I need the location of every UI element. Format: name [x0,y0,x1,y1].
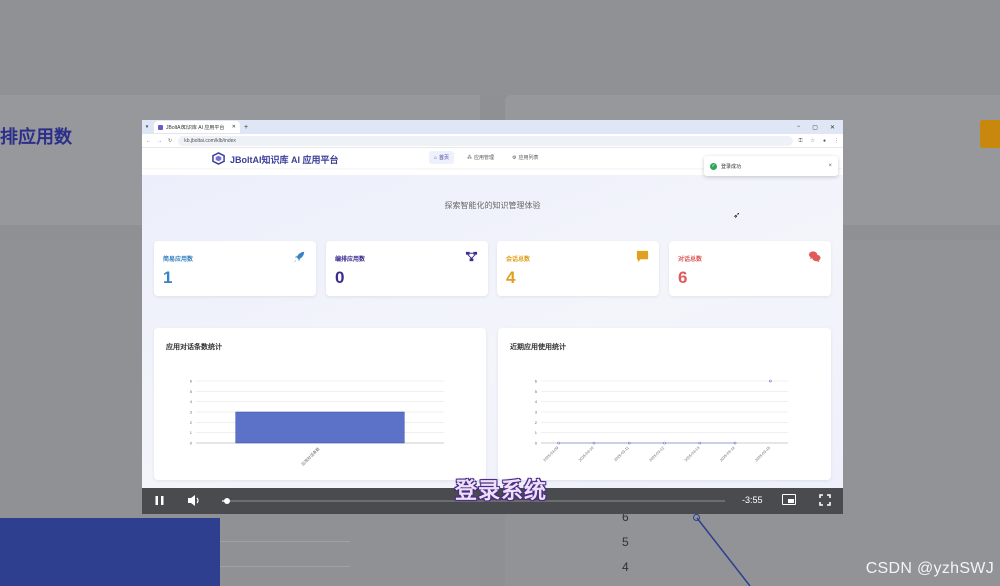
y-tick-label: 0 [190,441,193,446]
url-field[interactable]: kb.jboltai.com/klb/index [178,135,793,146]
apps-icon: ⁂ [467,154,473,161]
background-data-point [693,514,700,521]
app-title: JBoltAI知识库 AI 应用平台 [230,155,339,165]
stat-label: 会话总数 [506,257,531,263]
y-tick-label: 5 [190,389,193,394]
minimize-button[interactable]: − [797,124,801,131]
data-point [627,441,631,445]
video-player[interactable]: ▾ JBoltAI知识库 AI 应用平台 ✕ + − ▢ ✕ ← → ↻ kb.… [142,120,843,514]
stat-label: 编排应用数 [335,257,366,263]
progress-knob[interactable] [224,498,231,504]
x-tick-label: 2025-03-12 [649,446,666,463]
x-tick-label: 2025-03-09 [543,446,560,463]
y-tick-label: 4 [190,399,193,404]
browser-tab-bar: ▾ JBoltAI知识库 AI 应用平台 ✕ + − ▢ ✕ [142,120,843,134]
y-tick-label: 0 [535,441,538,446]
picture-in-picture-icon[interactable] [782,494,796,505]
stat-card-flow-apps[interactable]: 编排应用数 0 [326,241,488,296]
data-point [663,441,666,445]
chart-panel-conversations: 应用对话条数统计 0 1 2 3 4 5 6 应用对话条数 [154,328,486,480]
pause-icon[interactable] [154,495,165,506]
data-point [733,441,737,445]
new-tab-button[interactable]: + [244,124,248,131]
reload-icon[interactable]: ↻ [168,138,172,144]
stat-value: 4 [506,268,516,287]
y-tick-label: 4 [535,399,538,404]
tab-close-icon[interactable]: ✕ [232,124,236,130]
tab-menu-icon[interactable]: ▾ [142,124,152,130]
logo-icon [212,152,225,165]
login-success-toast: ✓ 登录成功 × [704,156,838,176]
chart-panel-usage: 近期应用使用统计 0 1 2 3 4 5 6 2025-03-09 2025-03-10 2025… [498,328,831,480]
data-point [557,441,560,445]
x-tick-label: 应用对话条数 [299,445,320,466]
maximize-button[interactable]: ▢ [812,124,818,131]
data-point [698,441,702,445]
y-tick-label: 3 [190,410,193,415]
profile-icon[interactable]: ● [823,138,826,144]
chat-icon [636,250,649,263]
close-window-button[interactable]: ✕ [830,124,835,131]
line-chart: 0 1 2 3 4 5 6 2025-03-09 2025-03-10 2025-03-11 202… [535,379,788,463]
y-tick-label: 6 [535,379,538,384]
x-tick-label: 2025-03-15 [754,446,771,463]
y-tick-label: 1 [535,430,538,435]
nav-item-home[interactable]: ⌂ 首页 [429,151,455,164]
forward-icon[interactable]: → [157,138,162,144]
volume-icon[interactable] [187,494,201,507]
bar-chart: 0 1 2 3 4 5 6 应用对话条数 [190,379,444,467]
browser-tab[interactable]: JBoltAI知识库 AI 应用平台 ✕ [154,121,240,133]
video-subtitle-caption: 登录系统 [455,478,548,503]
nav-item-app-management[interactable]: ⁂ 应用管理 [462,151,499,164]
rocket-icon [293,251,305,263]
menu-dots-icon[interactable]: ⋮ [834,138,839,144]
nav-item-label: 应用列表 [518,155,539,161]
x-tick-label: 2025-03-14 [719,446,736,463]
y-tick-label: 1 [190,430,193,435]
watermark: CSDN @yzhSWJ [865,560,994,577]
dashboard-content: 探索智能化的知识管理体验 ➶ 简易应用数 1 编排应用数 0 会话总数 4 对话… [142,175,843,488]
bar [235,411,405,444]
data-point [769,379,772,383]
y-tick-label: 2 [535,420,538,425]
fullscreen-icon[interactable] [819,494,831,506]
stat-card-simple-apps[interactable]: 简易应用数 1 [154,241,316,296]
top-nav: ⌂ 首页 ⁂ 应用管理 ⚙ 应用列表 [429,151,544,164]
y-tick-label: 2 [190,420,193,425]
nav-item-app-list[interactable]: ⚙ 应用列表 [507,151,544,164]
home-icon: ⌂ [434,154,438,161]
y-tick-label: 6 [190,379,193,384]
stat-label: 简易应用数 [163,257,194,263]
y-tick-label: 3 [535,410,538,415]
chats-icon [808,251,821,263]
window-controls: − ▢ ✕ [797,124,843,131]
time-remaining: -3:55 [742,495,763,505]
data-point [592,441,596,445]
y-tick-label: 5 [535,389,538,394]
x-tick-label: 2025-03-10 [578,446,595,463]
key-icon[interactable]: ⚿ [799,138,803,144]
nav-item-label: 应用管理 [474,155,495,161]
list-icon: ⚙ [512,154,517,161]
back-icon[interactable]: ← [146,138,151,144]
x-tick-label: 2025-03-11 [614,446,630,462]
stat-value: 1 [163,268,173,287]
address-bar: ← → ↻ kb.jboltai.com/klb/index ⚿ ☆ ● ⋮ [142,134,843,148]
success-icon: ✓ [710,162,717,170]
toast-close-button[interactable]: × [828,163,832,169]
flow-icon [465,251,478,262]
tab-title: JBoltAI知识库 AI 应用平台 [166,124,225,131]
stat-card-sessions[interactable]: 会话总数 4 [497,241,659,296]
nav-item-label: 首页 [439,155,450,161]
stat-value: 0 [335,268,345,287]
url-text: kb.jboltai.com/klb/index [184,137,236,144]
stat-card-conversations[interactable]: 对话总数 6 [669,241,831,296]
stat-value: 6 [678,268,688,287]
x-tick-label: 2025-03-13 [684,446,701,463]
mouse-cursor-icon: ➶ [733,210,741,220]
toast-text: 登录成功 [721,163,742,170]
favicon-icon [158,124,163,130]
star-icon[interactable]: ☆ [810,138,814,144]
stat-label: 对话总数 [678,257,703,263]
